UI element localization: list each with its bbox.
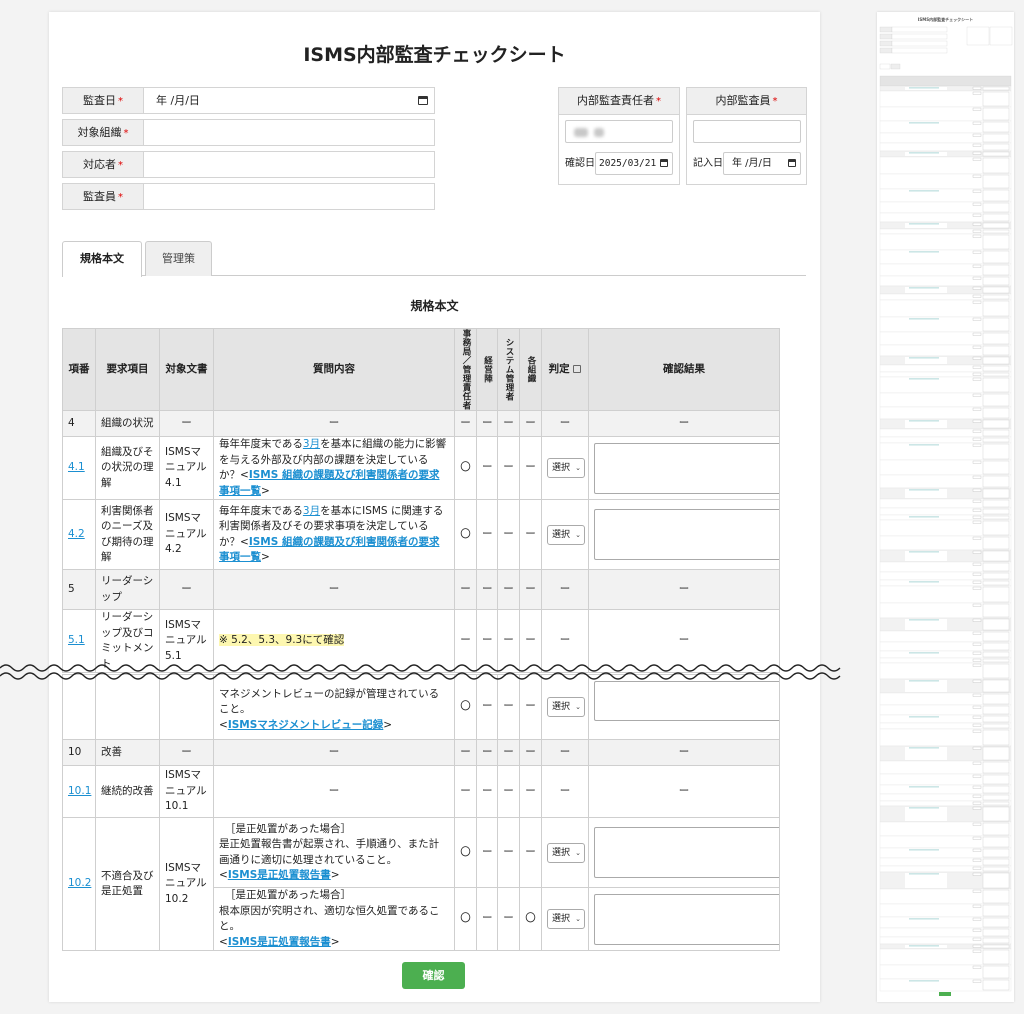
result-textarea[interactable] bbox=[594, 509, 779, 560]
auditor-label: 監査員 * bbox=[62, 183, 144, 210]
table-row: 10.1 継続的改善 ISMSマニュアル10.1 ー ー ー ー ー ー ー bbox=[62, 765, 780, 818]
issues-list-link[interactable]: ISMS 組織の課題及び利害関係者の要求事項一覧 bbox=[219, 536, 439, 564]
judgement-select[interactable]: 選択 ⌄ bbox=[547, 842, 585, 863]
thumbnail-preview bbox=[879, 26, 1013, 996]
judgement-select[interactable]: 選択 ⌄ bbox=[547, 458, 585, 478]
question-note: ※ 5.2、5.3、9.3にて確認 bbox=[219, 634, 345, 647]
item-link-5-1[interactable]: 5.1 bbox=[68, 634, 85, 646]
checklist-table-top: 項番 要求項目 対象文書 質問内容 事務局／管理責任者 経営陣 システム管理者 … bbox=[62, 328, 780, 673]
table-row: 10 改善 ー ー ー ー ー ー ー ー bbox=[62, 739, 780, 766]
question-text: ［是正処置があった場合］ 根本原因が究明され、適切な恒久処置であること。 <ISMS… bbox=[213, 887, 455, 951]
col-no: 項番 bbox=[62, 328, 96, 411]
month-link[interactable]: 3月 bbox=[303, 438, 320, 450]
question-text: 毎年年度末である3月を基本に組織の能力に影響を与える外部及び内部の課題を決定して… bbox=[213, 436, 455, 500]
table-row: 4.1 組織及びその状況の理解 ISMSマニュアル4.1 毎年年度末である3月を… bbox=[62, 436, 780, 500]
col-question: 質問内容 bbox=[213, 328, 455, 411]
chevron-down-icon: ⌄ bbox=[575, 703, 581, 711]
result-textarea[interactable] bbox=[594, 827, 779, 878]
calendar-icon[interactable] bbox=[788, 159, 796, 167]
item-link-10-2[interactable]: 10.2 bbox=[68, 877, 91, 889]
chevron-down-icon: ⌄ bbox=[575, 848, 581, 857]
question-text: ［是正処置があった場合］ 是正処置報告書が起票され、手順通り、また計画通りに適切に… bbox=[213, 817, 455, 888]
corrective-report-link[interactable]: ISMS是正処置報告書 bbox=[228, 869, 331, 881]
page-break-wave bbox=[0, 664, 841, 680]
col-management: 経営陣 bbox=[482, 356, 493, 383]
judgement-select[interactable]: 選択 ⌄ bbox=[547, 697, 585, 717]
question-text: 毎年年度末である3月を基本にISMS に関連する利害関係者及びその要求事項を決定… bbox=[213, 499, 455, 570]
management-review-link[interactable]: ISMSマネジメントレビュー記録 bbox=[228, 719, 383, 731]
main-panel: ISMS内部監査チェックシート 監査日 * 年 /月/日 対象組織 * 対応者 * 監… bbox=[49, 12, 820, 1002]
audit-date-label: 監査日 * bbox=[62, 87, 144, 114]
tab-standard-text[interactable]: 規格本文 bbox=[62, 241, 142, 277]
auditor-row: 監査員 * bbox=[62, 183, 435, 210]
page-thumbnail[interactable]: ISMS内部監査チェックシート bbox=[877, 12, 1014, 1002]
corrective-report-link[interactable]: ISMS是正処置報告書 bbox=[228, 936, 331, 948]
col-secretariat: 事務局／管理責任者 bbox=[461, 329, 471, 410]
col-sysadmin: システム管理者 bbox=[504, 338, 514, 401]
item-link-10-1[interactable]: 10.1 bbox=[68, 785, 91, 797]
entry-date-label: 記入日 bbox=[693, 158, 723, 169]
respondent-label: 対応者 * bbox=[62, 151, 144, 178]
audit-date-row: 監査日 * 年 /月/日 bbox=[62, 87, 435, 114]
tab-controls[interactable]: 管理策 bbox=[145, 241, 212, 276]
chevron-down-icon: ⌄ bbox=[575, 915, 581, 923]
audit-date-input[interactable]: 年 /月/日 bbox=[144, 87, 435, 114]
auditor-input[interactable] bbox=[144, 183, 435, 210]
chevron-down-icon: ⌄ bbox=[575, 464, 581, 472]
judge-checkbox[interactable] bbox=[573, 364, 582, 373]
col-requirement: 要求項目 bbox=[95, 328, 160, 411]
section-title: 規格本文 bbox=[410, 299, 459, 313]
audit-responsible-head: 内部監査責任者 * bbox=[559, 88, 679, 115]
calendar-icon[interactable] bbox=[418, 96, 428, 105]
result-textarea[interactable] bbox=[594, 893, 779, 945]
table-header-row: 項番 要求項目 対象文書 質問内容 事務局／管理責任者 経営陣 システム管理者 … bbox=[62, 328, 780, 411]
item-link-4-1[interactable]: 4.1 bbox=[68, 461, 85, 473]
redacted-name bbox=[574, 128, 588, 137]
target-org-row: 対象組織 * bbox=[62, 119, 435, 146]
confirm-date-label: 確認日 bbox=[565, 158, 595, 169]
audit-responsible-box: 内部監査責任者 * 確認日 2025/03/21 bbox=[558, 87, 680, 185]
respondent-row: 対応者 * bbox=[62, 151, 435, 178]
target-org-input[interactable] bbox=[144, 119, 435, 146]
checklist-table-bottom: マネジメントレビューの記録が管理されていること。 <ISMSマネジメントレビュー記… bbox=[62, 674, 780, 951]
target-org-label: 対象組織 * bbox=[62, 119, 144, 146]
judgement-select[interactable]: 選択 ⌄ bbox=[547, 909, 585, 929]
col-result: 確認結果 bbox=[588, 328, 780, 411]
issues-list-link[interactable]: ISMS 組織の課題及び利害関係者の要求事項一覧 bbox=[219, 469, 439, 497]
result-textarea[interactable] bbox=[594, 442, 779, 494]
table-row: 4.2 利害関係者のニーズ及び期待の理解 ISMSマニュアル4.2 毎年年度末で… bbox=[62, 499, 780, 570]
internal-auditor-head: 内部監査員 * bbox=[687, 88, 806, 115]
page-title: ISMS内部監査チェックシート bbox=[303, 44, 566, 66]
responsible-name-input[interactable] bbox=[565, 120, 673, 143]
col-judgement: 判定 bbox=[541, 328, 589, 411]
judgement-select[interactable]: 選択 ⌄ bbox=[547, 524, 585, 545]
col-document: 対象文書 bbox=[159, 328, 214, 411]
redacted-name-2 bbox=[594, 128, 604, 137]
confirm-date-input[interactable]: 2025/03/21 bbox=[595, 152, 673, 175]
internal-auditor-box: 内部監査員 * 記入日 年 /月/日 bbox=[686, 87, 807, 185]
respondent-input[interactable] bbox=[144, 151, 435, 178]
item-link-4-2[interactable]: 4.2 bbox=[68, 528, 85, 540]
entry-date-input[interactable]: 年 /月/日 bbox=[723, 152, 801, 175]
calendar-icon[interactable] bbox=[660, 159, 668, 167]
table-row: 4 組織の状況 ー ー ー ー ー ー ー ー bbox=[62, 410, 780, 437]
col-each-org: 各組織 bbox=[526, 356, 536, 383]
chevron-down-icon: ⌄ bbox=[575, 530, 581, 539]
month-link[interactable]: 3月 bbox=[303, 505, 320, 517]
table-row: 10.2 不適合及び是正処置 ISMSマニュアル10.2 ［是正処置があった場合… bbox=[62, 817, 780, 951]
internal-auditor-name-input[interactable] bbox=[693, 120, 801, 143]
confirm-button[interactable]: 確認 bbox=[402, 962, 465, 989]
table-row: 5 リーダーシップ ー ー ー ー ー ー ー ー bbox=[62, 569, 780, 610]
tab-bar: 規格本文 管理策 bbox=[62, 241, 806, 277]
